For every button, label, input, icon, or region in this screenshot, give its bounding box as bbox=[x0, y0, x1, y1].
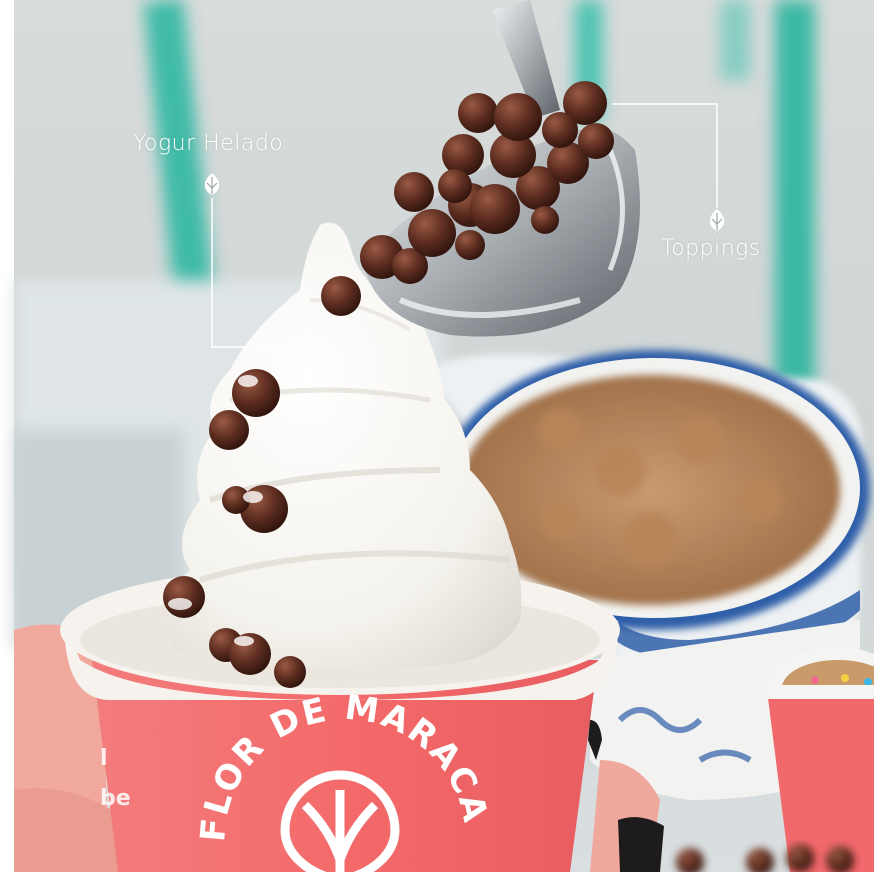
svg-text:l: l bbox=[100, 746, 108, 771]
svg-text:be: be bbox=[100, 786, 131, 811]
photo-illustration: FLOR DE MARACA l be bbox=[0, 0, 874, 872]
photo-scene: FLOR DE MARACA l be Yogur Helado Topping… bbox=[0, 0, 874, 872]
yogurt-callout-label: Yogur Helado bbox=[133, 131, 284, 156]
toppings-callout-label: Toppings bbox=[661, 236, 761, 261]
